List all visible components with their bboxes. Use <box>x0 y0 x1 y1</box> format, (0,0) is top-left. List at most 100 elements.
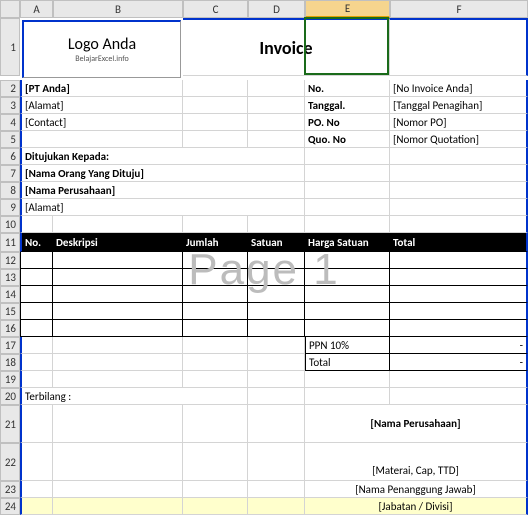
cell-b24[interactable] <box>53 498 183 515</box>
cell-f8[interactable] <box>390 182 528 199</box>
cell-e9[interactable] <box>305 199 390 216</box>
th-qty[interactable]: Jumlah <box>183 233 248 252</box>
cell-b22[interactable] <box>53 443 183 481</box>
row-header-8[interactable]: 8 <box>0 182 20 199</box>
row-header-18[interactable]: 18 <box>0 354 20 371</box>
cell-d23[interactable] <box>248 481 305 498</box>
cell-f6[interactable] <box>390 148 528 165</box>
cell-d17[interactable] <box>248 337 305 354</box>
cell-c4[interactable] <box>183 114 248 131</box>
cell-c23[interactable] <box>183 481 248 498</box>
cell-d24[interactable] <box>248 498 305 515</box>
cell-c5[interactable] <box>183 131 248 148</box>
sender-company[interactable]: [PT Anda] <box>20 80 183 97</box>
meta-po-label[interactable]: PO. No <box>305 114 390 131</box>
cell-b18[interactable] <box>53 354 183 371</box>
td-qty-15[interactable] <box>183 303 248 320</box>
cell-f10[interactable] <box>390 216 528 233</box>
select-all-corner[interactable] <box>0 0 20 18</box>
td-price-13[interactable] <box>305 269 390 286</box>
cell-a24[interactable] <box>20 498 53 515</box>
th-unit[interactable]: Satuan <box>248 233 305 252</box>
total-value[interactable]: - <box>390 354 528 371</box>
cell-e20[interactable] <box>305 388 390 405</box>
sign-stamp[interactable]: [Materai, Cap, TTD] <box>305 443 528 481</box>
col-header-E[interactable]: E <box>305 0 390 18</box>
cell-b17[interactable] <box>53 337 183 354</box>
row-header-20[interactable]: 20 <box>0 388 20 405</box>
td-desc-13[interactable] <box>53 269 183 286</box>
td-no-14[interactable] <box>20 286 53 303</box>
row-header-16[interactable]: 16 <box>0 320 20 337</box>
td-unit-16[interactable] <box>248 320 305 337</box>
cell-b21[interactable] <box>53 405 183 443</box>
row-header-14[interactable]: 14 <box>0 286 20 303</box>
td-unit-15[interactable] <box>248 303 305 320</box>
row-header-13[interactable]: 13 <box>0 269 20 286</box>
cell-f7[interactable] <box>390 165 528 182</box>
td-total-16[interactable] <box>390 320 528 337</box>
row-header-17[interactable]: 17 <box>0 337 20 354</box>
td-total-13[interactable] <box>390 269 528 286</box>
row-header-21[interactable]: 21 <box>0 405 20 443</box>
td-desc-12[interactable] <box>53 252 183 269</box>
sender-contact[interactable]: [Contact] <box>20 114 183 131</box>
td-no-12[interactable] <box>20 252 53 269</box>
row-header-4[interactable]: 4 <box>0 114 20 131</box>
cell-d19[interactable] <box>248 371 305 388</box>
ppn-label[interactable]: PPN 10% <box>305 337 390 354</box>
td-no-13[interactable] <box>20 269 53 286</box>
cell-a22[interactable] <box>20 443 53 481</box>
cell-d5[interactable] <box>248 131 305 148</box>
cell-a5[interactable] <box>20 131 183 148</box>
total-label[interactable]: Total <box>305 354 390 371</box>
td-qty-13[interactable] <box>183 269 248 286</box>
col-header-C[interactable]: C <box>183 0 248 18</box>
meta-no-label[interactable]: No. <box>305 80 390 97</box>
row-header-22[interactable]: 22 <box>0 443 20 481</box>
sign-person[interactable]: [Nama Penanggung Jawab] <box>305 481 528 498</box>
row-header-6[interactable]: 6 <box>0 148 20 165</box>
cell-a17[interactable] <box>20 337 53 354</box>
td-unit-12[interactable] <box>248 252 305 269</box>
th-desc[interactable]: Deskripsi <box>53 233 183 252</box>
row-header-7[interactable]: 7 <box>0 165 20 182</box>
cell-f1[interactable] <box>390 18 528 76</box>
cell-c24[interactable] <box>183 498 248 515</box>
th-price[interactable]: Harga Satuan <box>305 233 390 252</box>
td-total-14[interactable] <box>390 286 528 303</box>
cell-a18[interactable] <box>20 354 53 371</box>
cell-c17[interactable] <box>183 337 248 354</box>
row-header-12[interactable]: 12 <box>0 252 20 269</box>
cell-d10[interactable] <box>248 216 305 233</box>
col-header-A[interactable]: A <box>20 0 53 18</box>
meta-quo-label[interactable]: Quo. No <box>305 131 390 148</box>
cell-a19[interactable] <box>20 371 53 388</box>
row-header-5[interactable]: 5 <box>0 131 20 148</box>
cell-d20[interactable] <box>248 388 305 405</box>
terbilang-label[interactable]: Terbilang : <box>20 388 248 405</box>
cell-f19[interactable] <box>390 371 528 388</box>
cell-d21[interactable] <box>248 405 305 443</box>
cell-d18[interactable] <box>248 354 305 371</box>
td-unit-13[interactable] <box>248 269 305 286</box>
recipient-heading[interactable]: Ditujukan Kepada: <box>20 148 305 165</box>
td-desc-16[interactable] <box>53 320 183 337</box>
row-header-9[interactable]: 9 <box>0 199 20 216</box>
td-price-12[interactable] <box>305 252 390 269</box>
td-total-12[interactable] <box>390 252 528 269</box>
cell-a10[interactable] <box>20 216 53 233</box>
td-desc-14[interactable] <box>53 286 183 303</box>
td-desc-15[interactable] <box>53 303 183 320</box>
meta-po-value[interactable]: [Nomor PO] <box>390 114 528 131</box>
cell-c22[interactable] <box>183 443 248 481</box>
recipient-company[interactable]: [Nama Perusahaan] <box>20 182 305 199</box>
td-no-16[interactable] <box>20 320 53 337</box>
row-header-15[interactable]: 15 <box>0 303 20 320</box>
cell-d2[interactable] <box>248 80 305 97</box>
cell-c3[interactable] <box>183 97 248 114</box>
col-header-B[interactable]: B <box>53 0 183 18</box>
cell-f20[interactable] <box>390 388 528 405</box>
cell-b19[interactable] <box>53 371 183 388</box>
cell-c18[interactable] <box>183 354 248 371</box>
